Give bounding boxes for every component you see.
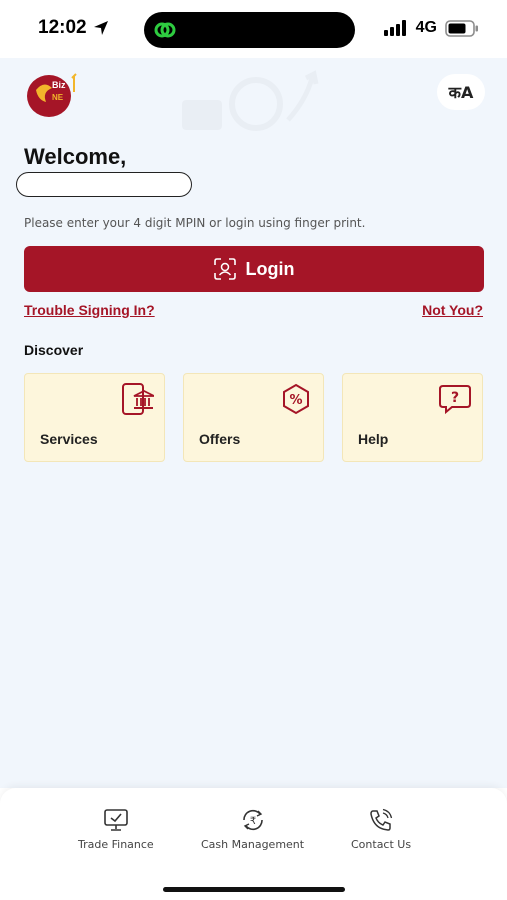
svg-text:?: ?: [451, 390, 459, 406]
nav-label: Contact Us: [351, 838, 412, 851]
bottom-navigation: Trade Finance ₹ Cash Management Contact …: [0, 788, 507, 900]
status-time: 12:02: [38, 17, 109, 39]
login-screen: Biz NE कA Welcome, Please enter your 4 d…: [0, 58, 507, 788]
svg-text:Biz: Biz: [52, 80, 66, 90]
battery-icon: [445, 19, 478, 37]
link-rings-icon: [154, 22, 176, 38]
question-bubble-icon: ?: [439, 385, 471, 415]
nav-label: Trade Finance: [78, 838, 154, 851]
user-name-redacted: [16, 172, 192, 197]
nav-item-cash-management[interactable]: ₹ Cash Management: [201, 808, 304, 851]
status-time-text: 12:02: [38, 17, 87, 38]
monitor-check-icon: [104, 809, 128, 831]
discover-card-label: Services: [40, 431, 98, 447]
percent-badge-icon: %: [283, 383, 309, 415]
discover-card-label: Offers: [199, 431, 241, 447]
welcome-title: Welcome,: [24, 144, 127, 169]
svg-text:%: %: [289, 393, 302, 408]
face-scan-icon: [213, 258, 236, 280]
nav-item-trade-finance[interactable]: Trade Finance: [78, 808, 154, 851]
home-indicator: [163, 887, 345, 892]
language-toggle-label: कA: [448, 83, 474, 102]
bank-phone-icon: [122, 383, 154, 415]
nav-item-contact-us[interactable]: Contact Us: [351, 808, 411, 851]
dynamic-island: [144, 12, 355, 48]
login-button[interactable]: Login: [24, 246, 484, 292]
trouble-signing-in-link[interactable]: Trouble Signing In?: [24, 302, 155, 318]
status-right: 4G: [383, 19, 479, 37]
discover-card-services[interactable]: Services: [24, 373, 165, 462]
location-arrow-icon: [93, 21, 108, 35]
status-bar: 12:02 4G: [0, 0, 507, 58]
login-button-label: Login: [245, 258, 295, 279]
discover-card-help[interactable]: ? Help: [342, 373, 483, 462]
phone-icon: [370, 808, 393, 831]
language-toggle-button[interactable]: कA: [437, 74, 485, 110]
not-you-link[interactable]: Not You?: [422, 302, 483, 318]
signal-icon: [383, 20, 406, 36]
discover-card-offers[interactable]: % Offers: [183, 373, 324, 462]
nav-label: Cash Management: [201, 838, 305, 851]
discover-title: Discover: [24, 342, 84, 358]
rupee-cycle-icon: ₹: [242, 809, 263, 831]
app-logo: Biz NE: [27, 73, 77, 117]
network-label: 4G: [415, 19, 437, 36]
svg-text:₹: ₹: [249, 816, 255, 827]
svg-text:NE: NE: [52, 93, 64, 102]
discover-card-label: Help: [358, 431, 389, 447]
mpin-hint: Please enter your 4 digit MPIN or login …: [24, 216, 366, 230]
background-watermark-icon: [182, 70, 319, 131]
